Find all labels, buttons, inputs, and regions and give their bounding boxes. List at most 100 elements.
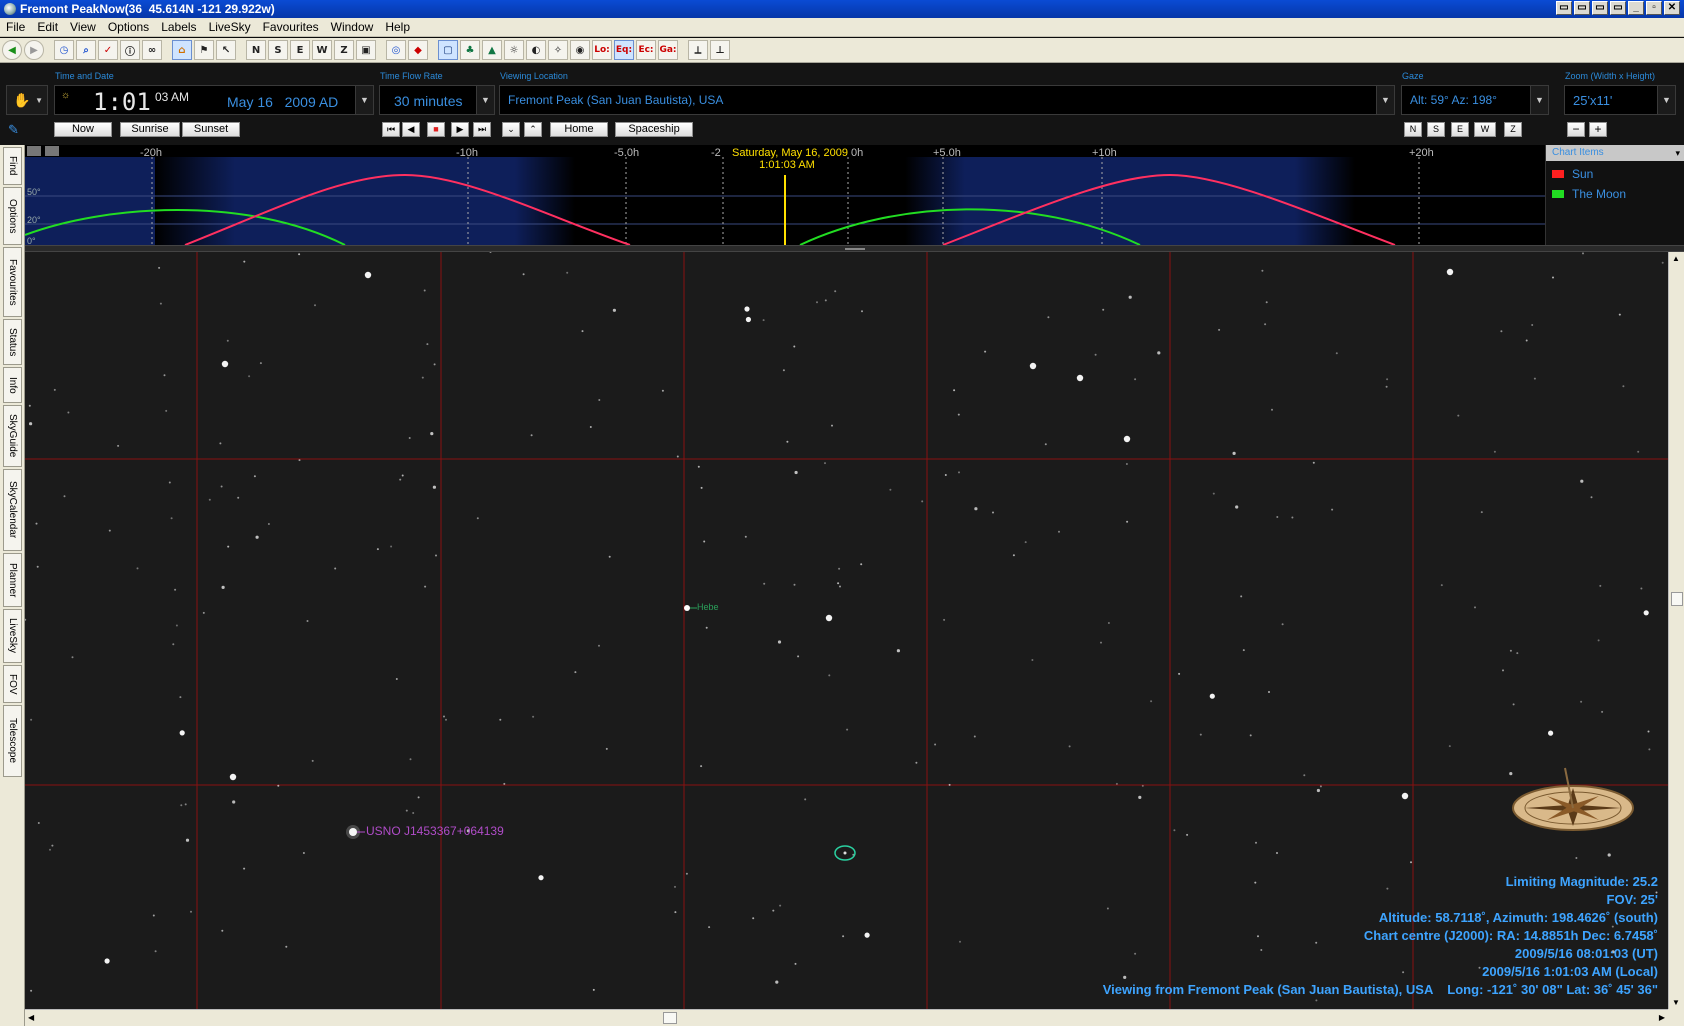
move-down-button[interactable]: ⌄ — [502, 122, 520, 137]
flag-icon[interactable]: ⚑ — [194, 40, 214, 60]
spaceship-button[interactable]: Spaceship — [615, 122, 693, 137]
mountain-icon[interactable]: ▲ — [482, 40, 502, 60]
step-back-button[interactable]: ◀ — [402, 122, 420, 137]
zoom-in-button[interactable]: + — [1589, 122, 1607, 137]
local-grid-icon[interactable]: Lo: — [592, 40, 612, 60]
vertical-scrollbar[interactable]: ▲ ▼ — [1668, 252, 1684, 1009]
zoom-out-button[interactable]: − — [1567, 122, 1585, 137]
gaze-south-button[interactable]: S — [1427, 122, 1445, 137]
magnifier-icon[interactable]: ⌕ — [76, 40, 96, 60]
restore-layout-icon[interactable]: ▭ — [1610, 1, 1626, 15]
tab-favourites[interactable]: Favourites — [3, 247, 22, 317]
home-icon[interactable]: ⌂ — [172, 40, 192, 60]
screen-icon[interactable]: ▣ — [356, 40, 376, 60]
frame-icon[interactable]: ▢ — [438, 40, 458, 60]
gaze-select[interactable]: Alt: 59° Az: 198° ▼ — [1401, 85, 1549, 115]
pin-icon[interactable]: ✎ — [8, 122, 19, 138]
usno-star-label[interactable]: USNO J1453367+064139 — [366, 824, 504, 838]
tab-livesky[interactable]: LiveSky — [3, 609, 22, 663]
menu-edit[interactable]: Edit — [37, 20, 58, 34]
step-forward-button[interactable]: ▶ — [451, 122, 469, 137]
usno-star-marker[interactable] — [346, 825, 365, 839]
constellation-icon[interactable]: ✧ — [548, 40, 568, 60]
menu-window[interactable]: Window — [331, 20, 374, 34]
time-flow-dropdown-button[interactable]: ▼ — [476, 86, 494, 114]
eyepiece-icon[interactable]: ⊥ — [710, 40, 730, 60]
menu-file[interactable]: File — [6, 20, 25, 34]
diamond-icon[interactable]: ◆ — [408, 40, 428, 60]
ecliptic-grid-icon[interactable]: Ec: — [636, 40, 656, 60]
menu-view[interactable]: View — [70, 20, 96, 34]
zoom-select[interactable]: 25'x11' ▼ — [1564, 85, 1676, 115]
binoculars-icon[interactable]: ∞ — [142, 40, 162, 60]
skip-to-start-button[interactable]: ⏮ — [382, 122, 400, 137]
skip-to-end-button[interactable]: ⏭ — [473, 122, 491, 137]
horizontal-scroll-thumb[interactable] — [663, 1012, 677, 1024]
scroll-up-icon[interactable]: ▲ — [1672, 254, 1680, 263]
moon-icon[interactable]: ◐ — [526, 40, 546, 60]
galactic-grid-icon[interactable]: Ga: — [658, 40, 678, 60]
now-button[interactable]: Now — [54, 122, 112, 137]
viewing-location-dropdown-button[interactable]: ▼ — [1376, 86, 1394, 114]
gaze-north-button[interactable]: N — [1404, 122, 1422, 137]
home-button[interactable]: Home — [550, 122, 608, 137]
restore-layout-icon[interactable]: ▭ — [1592, 1, 1608, 15]
tree-icon[interactable]: ♣ — [460, 40, 480, 60]
sunset-button[interactable]: Sunset — [182, 122, 240, 137]
date-dropdown-button[interactable]: ▼ — [355, 86, 373, 114]
telescope-icon[interactable]: ⟂ — [688, 40, 708, 60]
panel-splitter[interactable] — [25, 245, 1684, 252]
compass-n-icon[interactable]: N — [246, 40, 266, 60]
tab-skycalendar[interactable]: SkyCalendar — [3, 469, 22, 551]
legend-item-moon[interactable]: The Moon — [1552, 187, 1684, 201]
compass-rose-icon[interactable] — [1512, 767, 1634, 831]
timeline-chart[interactable]: -20h -10h -5.0h -2 0h +5.0h +10h +20h 50… — [25, 145, 1545, 245]
cursor-icon[interactable]: ↖ — [216, 40, 236, 60]
legend-item-sun[interactable]: Sun — [1552, 167, 1684, 181]
scroll-down-icon[interactable]: ▼ — [1672, 998, 1680, 1007]
time-date-field[interactable]: ☼ 1:01 03 AM May 16 2009 AD ▼ — [54, 85, 374, 116]
compass-e-icon[interactable]: E — [290, 40, 310, 60]
hebe-label[interactable]: Hebe — [697, 602, 719, 612]
vertical-scroll-thumb[interactable] — [1671, 592, 1683, 606]
scroll-right-icon[interactable]: ▶ — [1659, 1013, 1665, 1022]
compass-w-icon[interactable]: W — [312, 40, 332, 60]
close-icon[interactable]: ✕ — [1664, 1, 1680, 15]
restore-layout-icon[interactable]: ▭ — [1574, 1, 1590, 15]
legend-menu-icon[interactable]: ▾ — [1675, 145, 1680, 161]
target-icon[interactable]: ◉ — [570, 40, 590, 60]
time-flow-select[interactable]: 30 minutes ▼ — [379, 85, 495, 115]
menu-help[interactable]: Help — [385, 20, 410, 34]
menu-labels[interactable]: Labels — [161, 20, 196, 34]
gaze-zenith-button[interactable]: Z — [1504, 122, 1522, 137]
maximize-icon[interactable]: ▫ — [1646, 1, 1662, 15]
tab-find[interactable]: Find — [3, 147, 22, 185]
zoom-dropdown-button[interactable]: ▼ — [1657, 86, 1675, 114]
clock-icon[interactable]: ◷ — [54, 40, 74, 60]
gaze-east-button[interactable]: E — [1451, 122, 1469, 137]
stop-button[interactable]: ■ — [427, 122, 445, 137]
sun-icon[interactable]: ☼ — [504, 40, 524, 60]
scroll-left-icon[interactable]: ◀ — [28, 1013, 34, 1022]
timeline-expand-button[interactable] — [45, 146, 59, 156]
menu-livesky[interactable]: LiveSky — [209, 20, 251, 34]
minimize-icon[interactable]: _ — [1628, 1, 1644, 15]
menu-options[interactable]: Options — [108, 20, 149, 34]
timeline-collapse-button[interactable] — [27, 146, 41, 156]
gaze-west-button[interactable]: W — [1474, 122, 1496, 137]
back-icon[interactable]: ◀ — [2, 40, 22, 60]
equatorial-grid-icon[interactable]: Eq: — [614, 40, 634, 60]
sunrise-button[interactable]: Sunrise — [120, 122, 180, 137]
viewing-location-select[interactable]: Fremont Peak (San Juan Bautista), USA ▼ — [499, 85, 1395, 115]
compass-z-icon[interactable]: Z — [334, 40, 354, 60]
move-up-button[interactable]: ⌃ — [524, 122, 542, 137]
menu-favourites[interactable]: Favourites — [263, 20, 319, 34]
restore-layout-icon[interactable]: ▭ — [1556, 1, 1572, 15]
chart-icon[interactable]: ✓ — [98, 40, 118, 60]
tab-skyguide[interactable]: SkyGuide — [3, 405, 22, 467]
tab-fov[interactable]: FOV — [3, 665, 22, 703]
tab-telescope[interactable]: Telescope — [3, 705, 22, 777]
compass-s-icon[interactable]: S — [268, 40, 288, 60]
info-icon[interactable]: ⓘ — [120, 40, 140, 60]
tab-options[interactable]: Options — [3, 187, 22, 245]
